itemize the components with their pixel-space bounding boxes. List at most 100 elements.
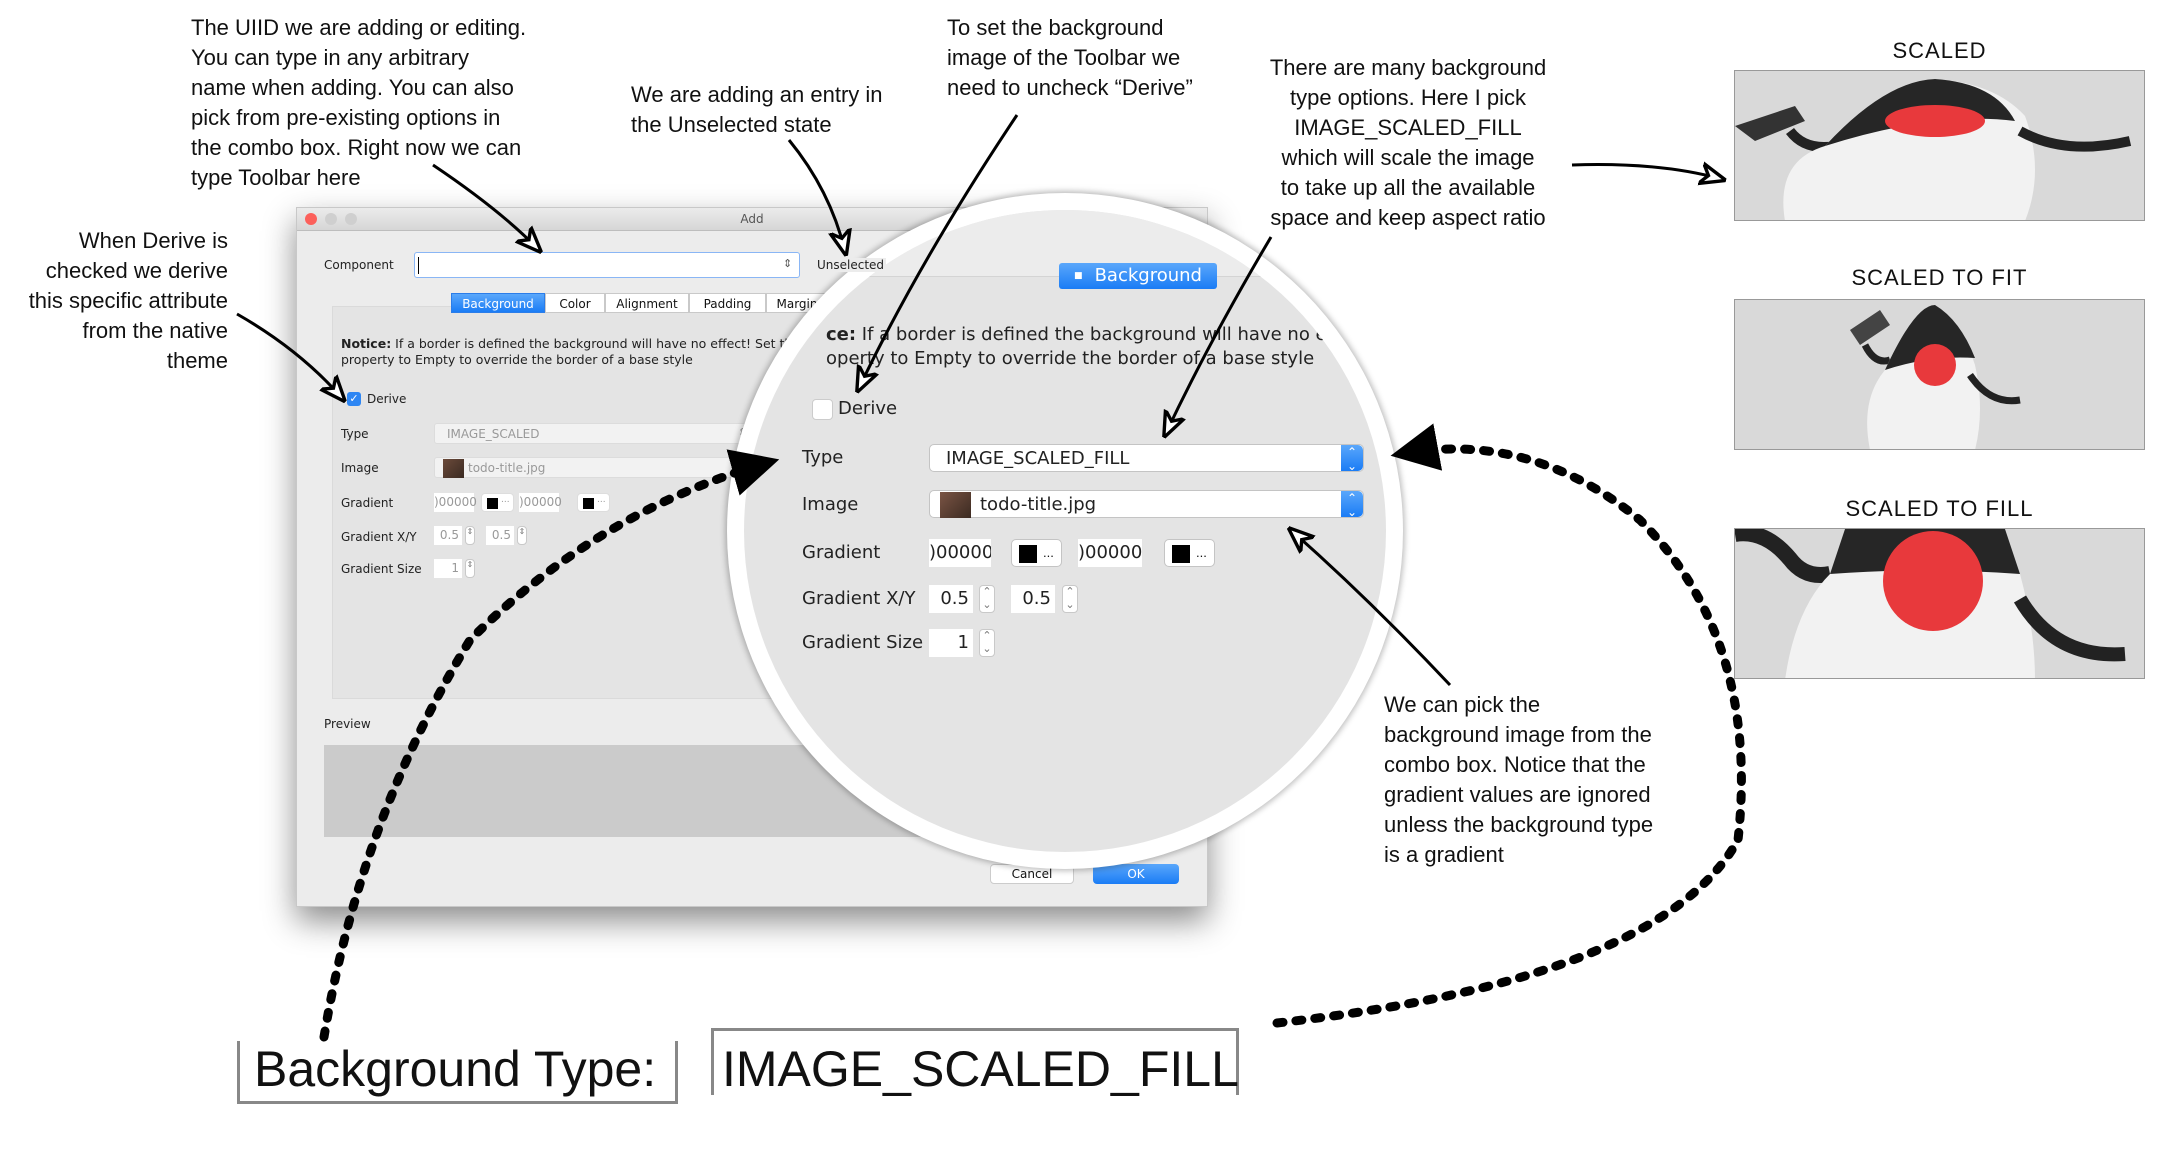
image-annotation: We can pick the background image from th… <box>1384 692 1654 867</box>
gradient-color1-value: )00000 <box>434 495 477 509</box>
color-swatch <box>1019 545 1037 563</box>
gradient-color1-button[interactable]: ... <box>481 493 514 512</box>
derive-uncheck-annotation: To set the background image of the Toolb… <box>947 15 1193 100</box>
gradient-y-value: 0.5 <box>491 528 511 542</box>
magnified-gradient-size-stepper[interactable]: ⌃ ⌄ <box>979 629 995 657</box>
magnifier: ■ Background ce: If a border is defined t… <box>744 210 1386 852</box>
magnified-gradient-color2-button[interactable]: ... <box>1164 539 1215 567</box>
derive-checkbox[interactable]: ✓ <box>347 392 361 406</box>
magnified-derive-checkbox[interactable] <box>812 399 833 420</box>
gradient-color2-field[interactable]: )00000 <box>519 493 562 512</box>
magnified-gradient-xy-label: Gradient X/Y <box>802 588 916 609</box>
magnified-notice: ce: If a border is defined the backgroun… <box>826 323 1327 371</box>
derive-annotation: When Derive is checked we derive this sp… <box>28 228 228 373</box>
example-image-scaled-to-fit <box>1734 299 2145 450</box>
color2-value: )00000 <box>1078 542 1142 563</box>
gradient-color1-field[interactable]: )00000 <box>434 493 477 512</box>
magnified-gradient-y-field[interactable]: 0.5 <box>1011 585 1055 613</box>
image-label: Image <box>341 461 379 475</box>
notice-bold: ce: <box>826 324 857 345</box>
derive-label: Derive <box>367 392 407 406</box>
notice-line-2: operty to Empty to override the border o… <box>826 348 1315 369</box>
type-label: Type <box>341 427 369 441</box>
color-swatch <box>1172 545 1190 563</box>
example-label-scaled-to-fit: SCALED TO FIT <box>1851 265 2028 290</box>
gradient-y-stepper[interactable]: ⇕ <box>517 526 527 545</box>
magnified-type-combo[interactable]: IMAGE_SCALED_FILL ⌃ ⌄ <box>929 444 1364 473</box>
tab-label: Background <box>1094 265 1202 286</box>
magnified-gradient-color2-field[interactable]: )00000 <box>1078 539 1142 567</box>
notice-line-2: property to Empty to override the border… <box>341 352 693 367</box>
unselected-annotation: We are adding an entry in the Unselected… <box>631 82 883 137</box>
cancel-button[interactable]: Cancel <box>990 864 1074 884</box>
gradient-color2-value: )00000 <box>519 495 562 509</box>
gradient-x-stepper[interactable]: ⇕ <box>465 526 475 545</box>
image-thumbnail <box>940 492 971 518</box>
magnified-gradient-x-field[interactable]: 0.5 <box>929 585 973 613</box>
magnified-tab-background[interactable]: ■ Background <box>1059 263 1217 289</box>
gradient-size-value: 1 <box>451 561 459 575</box>
duke-mascot-image <box>1735 529 2126 678</box>
example-label-scaled: SCALED <box>1892 38 1987 63</box>
type-options-annotation: There are many background type options. … <box>1269 55 1547 230</box>
magnified-gradient-color1-button[interactable]: ... <box>1011 539 1062 567</box>
gradient-xy-label: Gradient X/Y <box>341 530 417 544</box>
gradient-y-field[interactable]: 0.5 <box>486 526 514 545</box>
type-combo[interactable]: IMAGE_SCALED ⇕ <box>434 423 752 444</box>
gradient-x-field[interactable]: 0.5 <box>434 526 462 545</box>
ellipsis-label: ... <box>501 495 510 505</box>
notice-line-1: If a border is defined the background wi… <box>856 324 1327 345</box>
type-value: IMAGE_SCALED_FILL <box>946 448 1130 469</box>
duke-mascot-image <box>1850 305 2021 449</box>
color-swatch <box>583 498 594 509</box>
uiid-annotation: The UIID we are adding or editing. You c… <box>191 15 527 190</box>
magnified-derive-label: Derive <box>838 398 898 419</box>
magnified-type-label: Type <box>802 447 844 468</box>
component-combo[interactable]: ⇕ <box>414 252 800 278</box>
callout-label: Background Type: <box>254 1041 657 1097</box>
gradient-color2-button[interactable]: ... <box>577 493 610 512</box>
notice-text: Notice: If a border is defined the backg… <box>341 336 812 368</box>
magnified-gradient-size-field[interactable]: 1 <box>929 629 973 657</box>
gradient-size-field[interactable]: 1 <box>434 559 462 578</box>
text-cursor <box>418 257 419 274</box>
image-combo[interactable]: todo-title.jpg <box>434 457 752 478</box>
magnified-image-label: Image <box>802 494 859 515</box>
tab-color[interactable]: Color <box>545 293 605 313</box>
preview-label: Preview <box>324 717 371 731</box>
gradient-size-value: 1 <box>957 632 969 653</box>
type-value: IMAGE_SCALED <box>447 427 540 441</box>
example-image-scaled <box>1734 70 2145 221</box>
tab-background[interactable]: Background <box>451 293 545 313</box>
magnified-gradient-y-stepper[interactable]: ⌃ ⌄ <box>1062 585 1078 613</box>
magnified-gradient-label: Gradient <box>802 542 881 563</box>
color1-value: )00000 <box>929 542 991 563</box>
ellipsis-label: ... <box>597 495 606 505</box>
magnified-image-combo[interactable]: todo-title.jpg ⌃ ⌄ <box>929 490 1364 519</box>
magnified-gradient-size-label: Gradient Size <box>802 632 924 653</box>
gradient-x-value: 0.5 <box>940 588 969 609</box>
ok-button[interactable]: OK <box>1093 864 1179 884</box>
magnified-gradient-x-stepper[interactable]: ⌃ ⌄ <box>979 585 995 613</box>
notice-bold: Notice: <box>341 336 392 351</box>
updown-chevron-icon: ⌃ ⌄ <box>1341 491 1363 519</box>
example-label-scaled-to-fill: SCALED TO FILL <box>1845 496 2034 521</box>
arrow-scaled-example <box>1571 165 1721 179</box>
image-value: todo-title.jpg <box>468 461 546 475</box>
duke-mascot-image <box>1735 79 2132 220</box>
ellipsis-label: ... <box>1196 545 1207 560</box>
gradient-label: Gradient <box>341 496 394 510</box>
image-thumbnail <box>443 459 464 478</box>
tab-alignment[interactable]: Alignment <box>605 293 689 313</box>
magnified-gradient-color1-field[interactable]: )00000 <box>929 539 991 567</box>
gradient-x-value: 0.5 <box>439 528 459 542</box>
image-value: todo-title.jpg <box>980 494 1097 515</box>
gradient-size-label: Gradient Size <box>341 562 422 576</box>
example-image-scaled-to-fill <box>1734 528 2145 679</box>
gradient-y-value: 0.5 <box>1022 588 1051 609</box>
updown-chevron-icon: ⌃ ⌄ <box>1341 445 1363 473</box>
component-label: Component <box>324 258 394 272</box>
color-swatch <box>487 498 498 509</box>
callout-value: IMAGE_SCALED_FILL <box>722 1041 1239 1097</box>
gradient-size-stepper[interactable]: ⇕ <box>465 559 475 578</box>
